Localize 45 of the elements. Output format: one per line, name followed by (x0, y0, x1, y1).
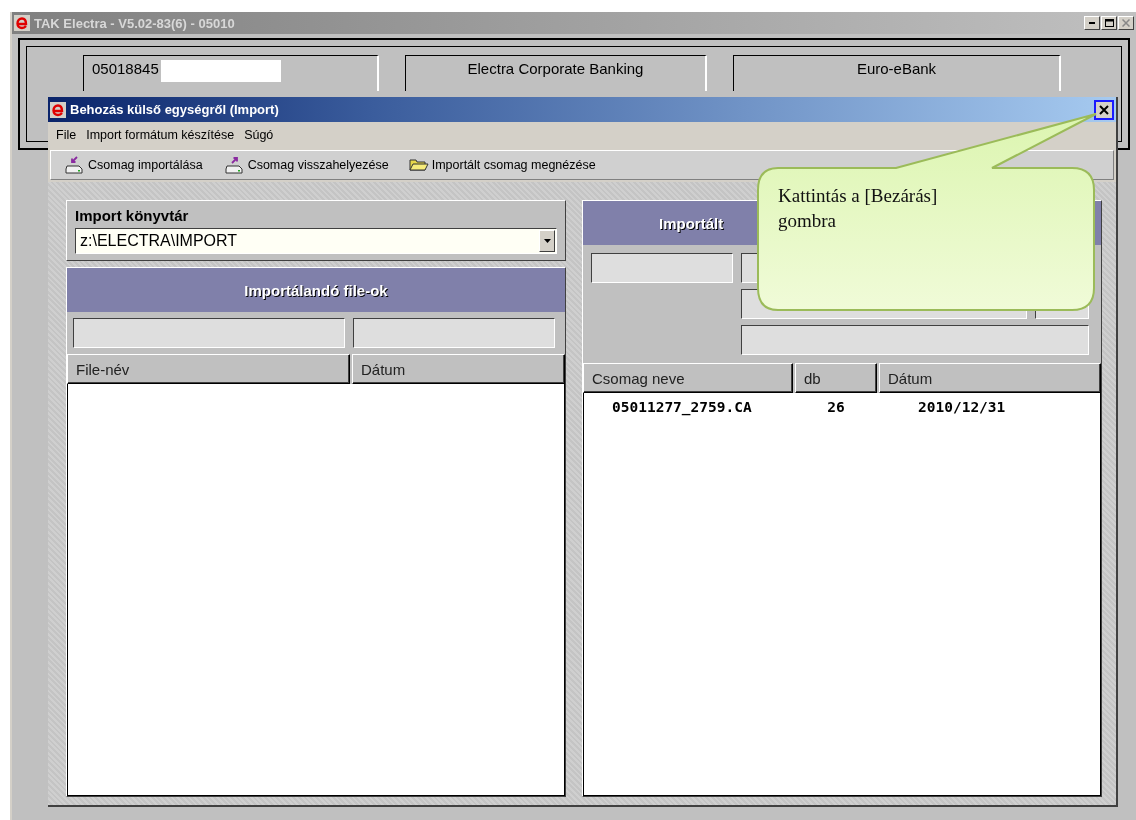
toolbar-button[interactable]: Csomag visszahelyezése (222, 156, 389, 174)
field-text: Euro-eBank (856, 60, 937, 77)
column-header[interactable]: Dátum (352, 354, 565, 384)
minimize-button[interactable] (1084, 16, 1100, 30)
window-title: TAK Electra - V5.02-83(6) - 05010 (34, 15, 236, 31)
menu-item[interactable]: Import formátum készítése (86, 126, 235, 144)
dialog-title: Behozás külső egységről (Import) (70, 102, 280, 117)
tray-arrow-icon (63, 156, 85, 174)
caret-icon (543, 239, 551, 243)
dropdown-button[interactable] (539, 230, 555, 252)
callout-text: Kattintás a [Bezárás] gombra (778, 184, 939, 233)
account-field[interactable]: Euro-eBank (733, 55, 1061, 91)
field-label: Import könyvtár (75, 207, 190, 224)
field-text: Electra Corporate Banking (467, 60, 644, 77)
close-icon (1122, 19, 1130, 27)
info-field[interactable] (591, 253, 733, 283)
info-field[interactable] (741, 325, 1089, 355)
toolbar-button[interactable]: Importált csomag megnézése (408, 158, 596, 172)
column-header[interactable]: Dátum (879, 363, 1101, 393)
column-header[interactable]: db (795, 363, 877, 393)
menu-item[interactable]: Súgó (244, 126, 274, 144)
toolbar-button[interactable]: Csomag importálása (63, 156, 203, 174)
tray-arrow-icon (222, 156, 245, 174)
directory-dropdown[interactable]: z:\ELECTRA\IMPORT (75, 228, 557, 254)
app-logo-icon (50, 101, 66, 118)
panel-title: Importálandó file-ok (244, 281, 388, 299)
close-button[interactable] (1094, 99, 1114, 120)
column-header[interactable]: Csomag neve (583, 363, 793, 393)
panel-title: Importált (659, 214, 724, 232)
table-cell: 05011277_2759.CA (612, 399, 752, 415)
account-field[interactable]: Electra Corporate Banking (405, 55, 707, 91)
minimize-icon (1089, 22, 1095, 24)
maximize-icon (1104, 19, 1114, 27)
field-text: 05018845 (92, 60, 159, 77)
filter-field[interactable] (353, 318, 555, 348)
column-header[interactable]: File-név (67, 354, 350, 384)
close-icon (1099, 104, 1109, 115)
maximize-button[interactable] (1101, 16, 1117, 30)
filter-field[interactable] (73, 318, 345, 348)
menu-item[interactable]: File (56, 126, 77, 144)
folder-icon (408, 158, 429, 172)
account-field[interactable]: 05018845 (83, 55, 379, 91)
app-logo-icon (14, 15, 30, 31)
table-cell: 2010/12/31 (918, 399, 1006, 415)
table-cell: 26 (827, 399, 845, 415)
